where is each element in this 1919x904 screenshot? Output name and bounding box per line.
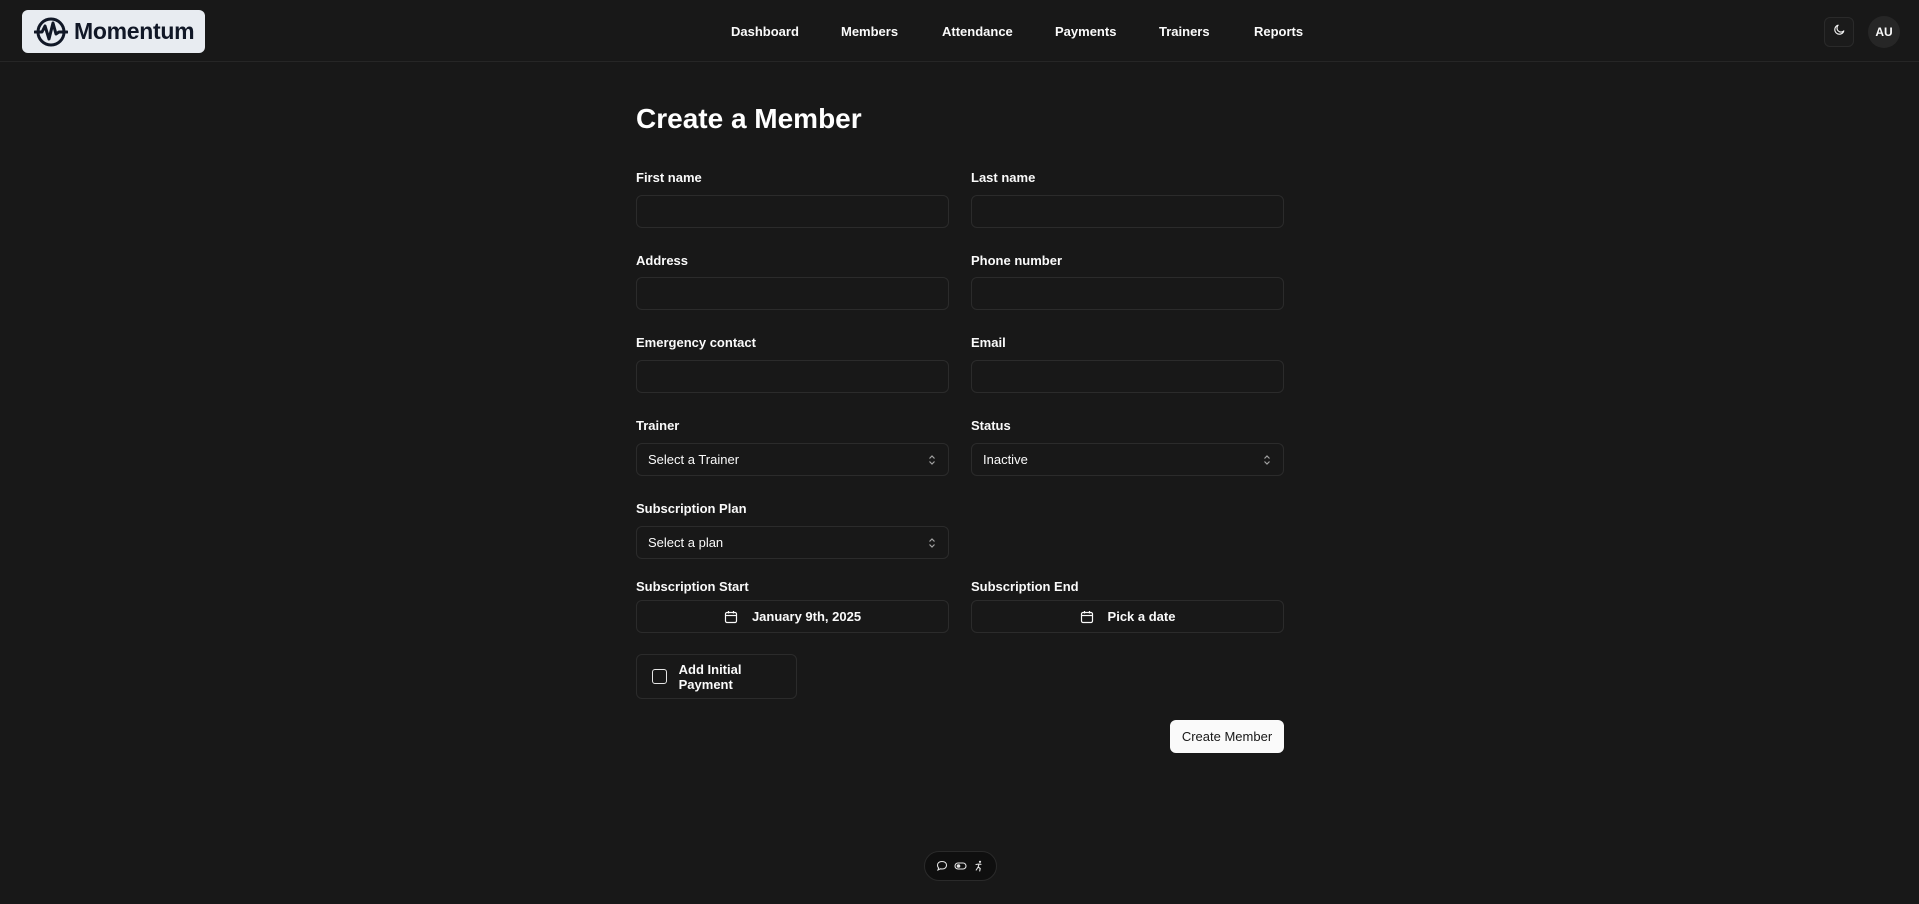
accessibility-icon[interactable] [972,859,986,873]
trainer-select[interactable]: Select a Trainer [636,443,949,476]
chevrons-up-down-icon [927,453,937,467]
sub-end-date-picker[interactable]: Pick a date [971,600,1284,633]
nav-dashboard[interactable]: Dashboard [731,24,799,39]
floating-toolbar [924,851,997,881]
sub-start-date-picker[interactable]: January 9th, 2025 [636,600,949,633]
email-input[interactable] [971,360,1284,393]
create-member-button[interactable]: Create Member [1170,720,1284,753]
calendar-icon [1080,610,1094,624]
status-select-value: Inactive [983,452,1028,467]
main-nav: Dashboard Members Attendance Payments Tr… [0,0,1919,62]
initial-payment-label: Add Initial Payment [678,661,742,692]
address-input[interactable] [636,277,949,310]
moon-icon [1833,23,1846,41]
emergency-contact-label: Emergency contact [636,335,756,350]
plan-select[interactable]: Select a plan [636,526,949,559]
nav-members[interactable]: Members [841,24,898,39]
toggle-icon[interactable] [953,859,967,873]
nav-payments[interactable]: Payments [1055,24,1116,39]
plan-select-value: Select a plan [648,535,724,550]
theme-toggle-button[interactable] [1824,17,1854,47]
first-name-label: First name [636,170,702,185]
sub-start-value: January 9th, 2025 [751,609,862,624]
nav-reports[interactable]: Reports [1254,24,1303,39]
plan-label: Subscription Plan [636,501,747,516]
email-label: Email [971,335,1006,350]
sub-start-label: Subscription Start [636,579,749,594]
initial-payment-checkbox[interactable] [652,669,667,684]
chevrons-up-down-icon [927,536,937,550]
last-name-label: Last name [971,170,1036,185]
emergency-contact-input[interactable] [636,360,949,393]
first-name-input[interactable] [636,195,949,228]
last-name-input[interactable] [971,195,1284,228]
page-title: Create a Member [636,103,862,134]
nav-attendance[interactable]: Attendance [942,24,1013,39]
chevrons-up-down-icon [1262,453,1272,467]
initial-payment-option[interactable]: Add Initial Payment [636,654,797,699]
top-navbar: Momentum Dashboard Members Attendance Pa… [0,0,1919,62]
trainer-label: Trainer [636,418,680,433]
calendar-icon [724,610,738,624]
nav-trainers[interactable]: Trainers [1159,24,1210,39]
phone-input[interactable] [971,277,1284,310]
status-label: Status [971,418,1011,433]
address-label: Address [636,253,689,268]
trainer-select-value: Select a Trainer [648,452,740,467]
chat-icon[interactable] [935,859,949,873]
status-select[interactable]: Inactive [971,443,1284,476]
phone-label: Phone number [971,253,1063,268]
sub-end-label: Subscription End [971,579,1079,594]
sub-end-value: Pick a date [1107,609,1176,624]
user-avatar[interactable]: AU [1868,16,1900,48]
